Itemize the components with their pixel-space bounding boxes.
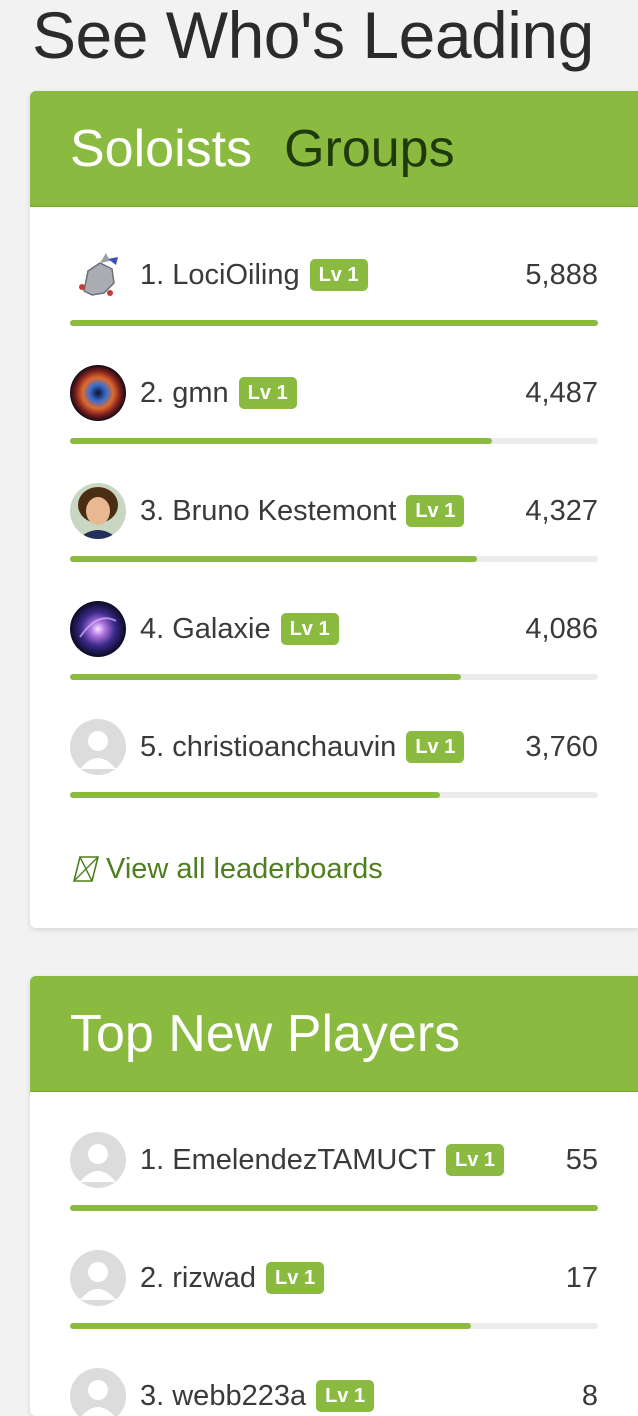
- list-item[interactable]: 2. rizwad Lv 1 17: [70, 1210, 598, 1329]
- leaderboard-list: 1. LociOiling Lv 1 5,888 2. gmn Lv 1 4,4…: [30, 207, 638, 904]
- default-avatar: [70, 1132, 126, 1188]
- card-title: Top New Players: [70, 1004, 461, 1063]
- list-item[interactable]: 5. christioanchauvin Lv 1 3,760: [70, 679, 598, 798]
- player-name[interactable]: 2. rizwad: [140, 1262, 256, 1295]
- player-score: 4,487: [525, 377, 598, 409]
- player-name[interactable]: 1. EmelendezTAMUCT: [140, 1144, 436, 1177]
- default-avatar: [70, 1368, 126, 1416]
- person-avatar: [70, 483, 126, 539]
- score-bar: [70, 792, 598, 798]
- player-score: 55: [565, 1144, 598, 1176]
- list-item[interactable]: 1. EmelendezTAMUCT Lv 1 55: [70, 1092, 598, 1211]
- default-avatar: [70, 1250, 126, 1306]
- player-name[interactable]: 2. gmn: [140, 377, 229, 410]
- level-badge: Lv 1: [406, 731, 465, 763]
- level-badge: Lv 1: [238, 377, 297, 409]
- list-item[interactable]: 2. gmn Lv 1 4,487: [70, 325, 598, 444]
- leaderboard-card: Soloists Groups 1. LociOiling Lv 1 5,888: [30, 91, 638, 928]
- player-name[interactable]: 1. LociOiling: [140, 259, 300, 292]
- new-players-list: 1. EmelendezTAMUCT Lv 1 55 2. rizwad Lv …: [30, 1092, 638, 1416]
- view-all-label: View all leaderboards: [106, 852, 383, 885]
- tab-soloists[interactable]: Soloists: [70, 119, 252, 179]
- level-badge: Lv 1: [309, 259, 368, 291]
- level-badge: Lv 1: [446, 1144, 505, 1176]
- list-item[interactable]: 4. Galaxie Lv 1 4,086: [70, 561, 598, 680]
- player-name[interactable]: 3. Bruno Kestemont: [140, 495, 396, 528]
- default-avatar: [70, 719, 126, 775]
- tab-groups[interactable]: Groups: [284, 119, 455, 179]
- player-score: 4,327: [525, 495, 598, 527]
- robot-avatar: [70, 247, 126, 303]
- broken-image-icon: [72, 856, 100, 882]
- player-score: 3,760: [525, 731, 598, 763]
- player-score: 17: [565, 1262, 598, 1294]
- top-new-players-card: Top New Players 1. EmelendezTAMUCT Lv 1 …: [30, 976, 638, 1416]
- player-score: 4,086: [525, 613, 598, 645]
- nebula-avatar: [70, 365, 126, 421]
- player-score: 5,888: [525, 259, 598, 291]
- leaderboard-tabs: Soloists Groups: [30, 91, 638, 207]
- view-all-leaderboards-link[interactable]: View all leaderboards: [70, 834, 598, 904]
- level-badge: Lv 1: [266, 1262, 325, 1294]
- top-new-players-header: Top New Players: [30, 976, 638, 1092]
- level-badge: Lv 1: [406, 495, 465, 527]
- score-bar-fill: [70, 792, 440, 798]
- player-name[interactable]: 5. christioanchauvin: [140, 731, 396, 764]
- list-item[interactable]: 3. webb223a Lv 1 8: [70, 1328, 598, 1416]
- player-name[interactable]: 3. webb223a: [140, 1380, 306, 1413]
- galaxy-avatar: [70, 601, 126, 657]
- player-name[interactable]: 4. Galaxie: [140, 613, 271, 646]
- level-badge: Lv 1: [280, 613, 339, 645]
- list-item[interactable]: 3. Bruno Kestemont Lv 1 4,327: [70, 443, 598, 562]
- list-item[interactable]: 1. LociOiling Lv 1 5,888: [70, 207, 598, 326]
- player-score: 8: [581, 1380, 598, 1412]
- page-title: See Who's Leading: [32, 0, 594, 72]
- level-badge: Lv 1: [316, 1380, 375, 1412]
